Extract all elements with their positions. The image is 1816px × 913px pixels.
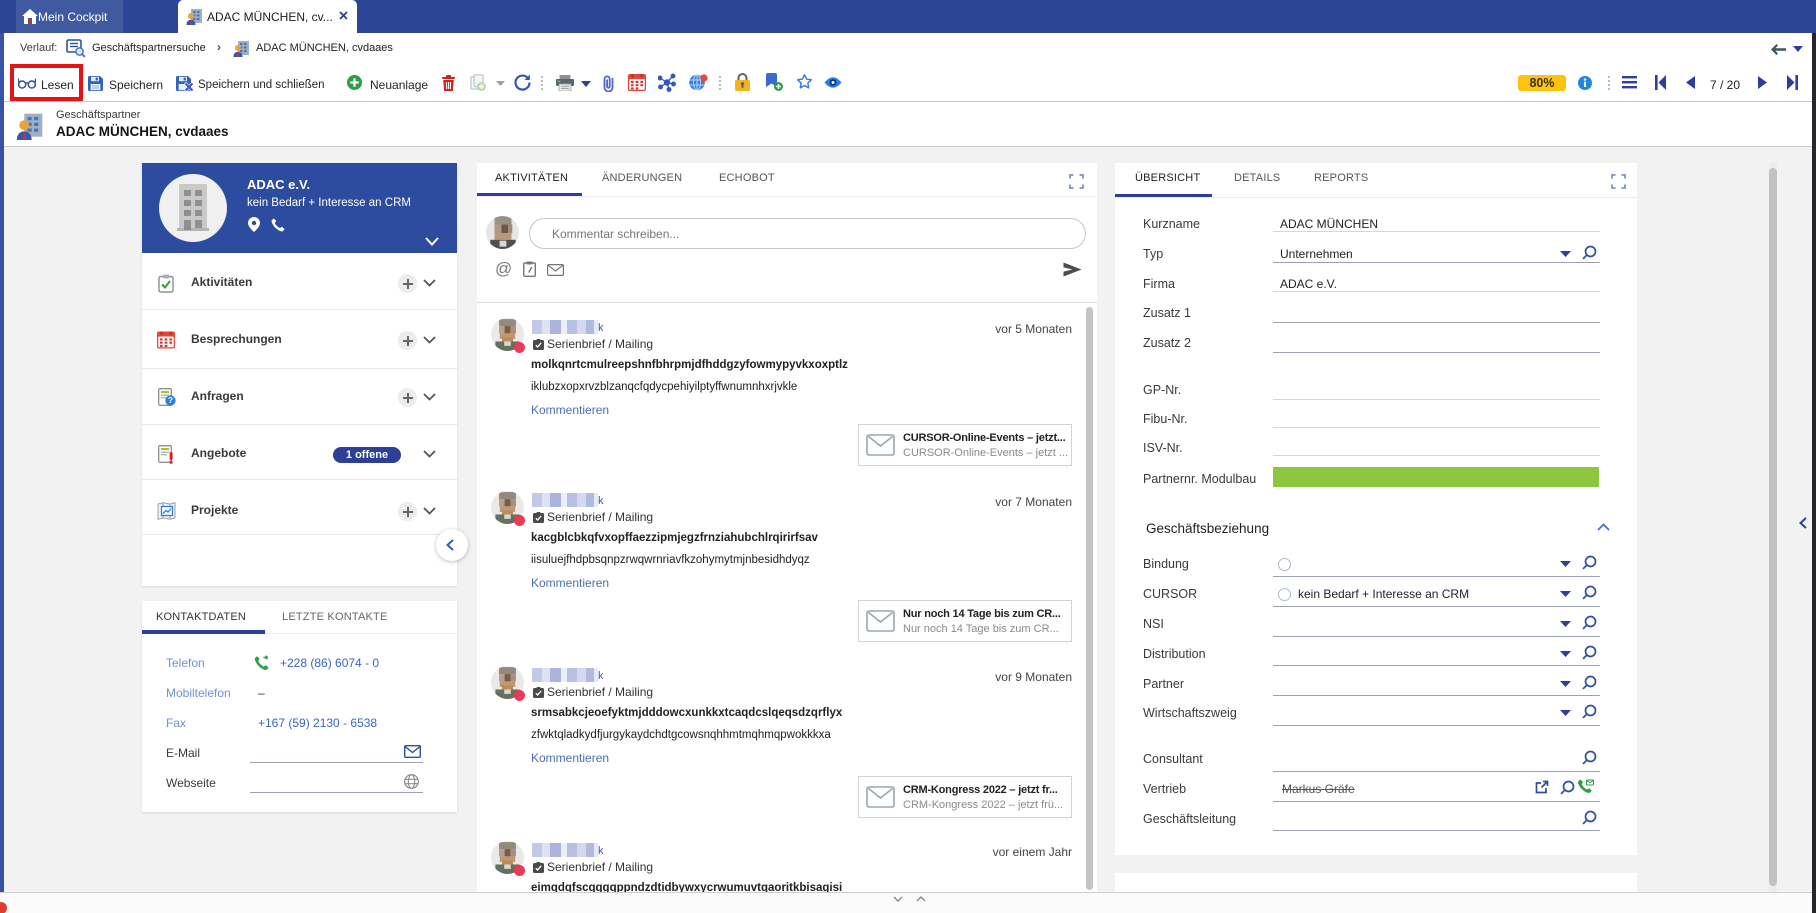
svg-text:?: ? (168, 395, 173, 405)
